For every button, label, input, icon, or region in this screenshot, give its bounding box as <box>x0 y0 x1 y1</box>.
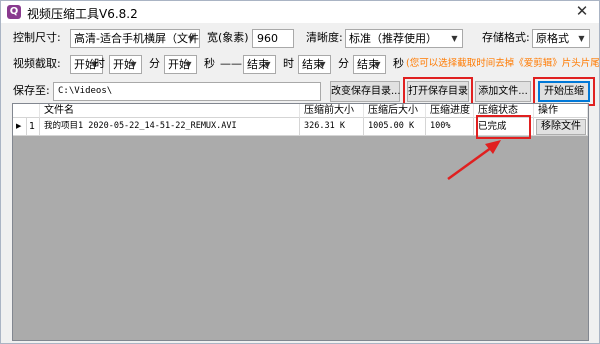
app-window: Q 视频压缩工具V6.8.2 ✕ 控制尺寸: 高清-适合手机横屏（文件大） ▼ … <box>0 0 600 344</box>
arrow-shaft <box>447 143 496 181</box>
annotation-arrow-icon <box>447 140 501 181</box>
